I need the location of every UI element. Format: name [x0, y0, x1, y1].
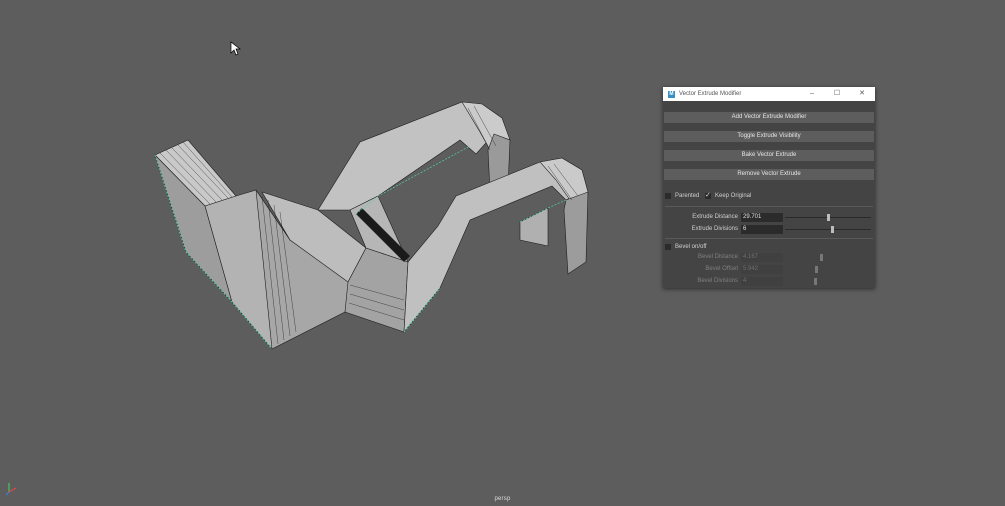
bevel-distance-row: Bevel Distance 4.167: [663, 253, 875, 263]
minimize-button[interactable]: –: [801, 87, 823, 101]
extrude-distance-slider[interactable]: [785, 214, 871, 221]
extrude-distance-row: Extrude Distance 29.701: [663, 213, 875, 223]
vector-extrude-window: M Vector Extrude Modifier – ☐ ✕ Add Vect…: [663, 87, 875, 288]
viewport-camera-label: persp: [494, 496, 511, 502]
bevel-distance-slider[interactable]: [785, 254, 871, 261]
bevel-offset-row: Bevel Offset 5.942: [663, 265, 875, 275]
parented-checkbox[interactable]: [665, 193, 671, 199]
slider-handle[interactable]: [831, 226, 835, 233]
keep-original-checkbox[interactable]: [705, 191, 711, 199]
parented-option[interactable]: Parented: [665, 193, 699, 199]
bevel-divisions-row: Bevel Divisions 4: [663, 277, 875, 287]
keep-original-label: Keep Original: [715, 193, 752, 199]
app-logo-icon: M: [668, 90, 675, 98]
bevel-offset-field[interactable]: 5.942: [741, 265, 783, 274]
bevel-divisions-slider[interactable]: [785, 278, 871, 285]
slider-handle[interactable]: [826, 214, 830, 221]
bevel-divisions-label: Bevel Divisions: [697, 278, 738, 284]
bevel-distance-field[interactable]: 4.167: [741, 253, 783, 262]
bevel-toggle-checkbox[interactable]: [665, 244, 671, 250]
divider: [665, 206, 873, 207]
bevel-toggle-label: Bevel on/off: [675, 244, 707, 250]
mouse-cursor-icon: [230, 41, 242, 56]
slider-handle[interactable]: [814, 278, 818, 285]
bevel-divisions-field[interactable]: 4: [741, 277, 783, 286]
keep-original-option[interactable]: Keep Original: [705, 191, 752, 199]
slider-handle[interactable]: [814, 266, 818, 273]
window-titlebar[interactable]: M Vector Extrude Modifier – ☐ ✕: [663, 87, 875, 101]
bake-vector-extrude-button[interactable]: Bake Vector Extrude: [664, 150, 874, 161]
bevel-distance-label: Bevel Distance: [697, 254, 738, 260]
slider-handle[interactable]: [819, 254, 823, 261]
close-button[interactable]: ✕: [851, 87, 873, 101]
remove-vector-extrude-button[interactable]: Remove Vector Extrude: [664, 169, 874, 180]
extrude-divisions-label: Extrude Divisions: [691, 226, 738, 232]
axis-gizmo-icon: [5, 483, 17, 496]
extrude-divisions-row: Extrude Divisions 6: [663, 225, 875, 235]
bevel-offset-slider[interactable]: [785, 266, 871, 273]
toggle-extrude-visibility-button[interactable]: Toggle Extrude Visibility: [664, 131, 874, 142]
maximize-button[interactable]: ☐: [826, 87, 848, 101]
add-vector-extrude-button[interactable]: Add Vector Extrude Modifier: [664, 112, 874, 123]
parented-label: Parented: [675, 193, 700, 199]
window-title: Vector Extrude Modifier: [679, 91, 742, 97]
extrude-divisions-field[interactable]: 6: [741, 225, 783, 234]
extrude-divisions-slider[interactable]: [785, 226, 871, 233]
bevel-toggle-option[interactable]: Bevel on/off: [665, 244, 707, 250]
extrude-distance-label: Extrude Distance: [692, 214, 738, 220]
extrude-distance-field[interactable]: 29.701: [741, 213, 783, 222]
divider: [665, 238, 873, 239]
bevel-offset-label: Bevel Offset: [705, 266, 738, 272]
